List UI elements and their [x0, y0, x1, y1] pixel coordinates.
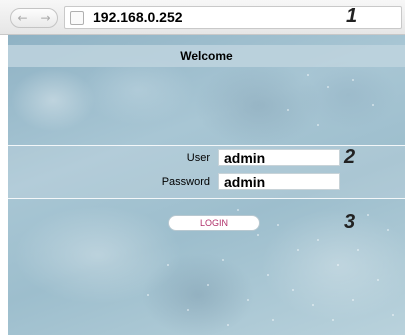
user-label: User	[186, 152, 210, 164]
page-icon	[70, 11, 84, 25]
welcome-header: Welcome	[8, 45, 405, 67]
callout-marker-3: 3	[344, 211, 356, 233]
password-label: Password	[161, 176, 210, 188]
login-button[interactable]: LOGIN	[168, 215, 260, 231]
login-page: Welcome User admin Password admin LOGIN	[8, 35, 405, 335]
callout-marker-2: 2	[344, 146, 356, 168]
user-field[interactable]: admin	[218, 149, 340, 166]
password-field[interactable]: admin	[218, 173, 340, 190]
callout-marker-1: 1	[346, 5, 358, 27]
address-url[interactable]: 192.168.0.252	[93, 9, 183, 25]
browser-toolbar: ← → 192.168.0.252	[0, 0, 405, 35]
back-arrow-icon[interactable]: ←	[17, 9, 27, 27]
navigation-buttons: ← →	[10, 8, 58, 28]
forward-arrow-icon[interactable]: →	[40, 9, 50, 27]
